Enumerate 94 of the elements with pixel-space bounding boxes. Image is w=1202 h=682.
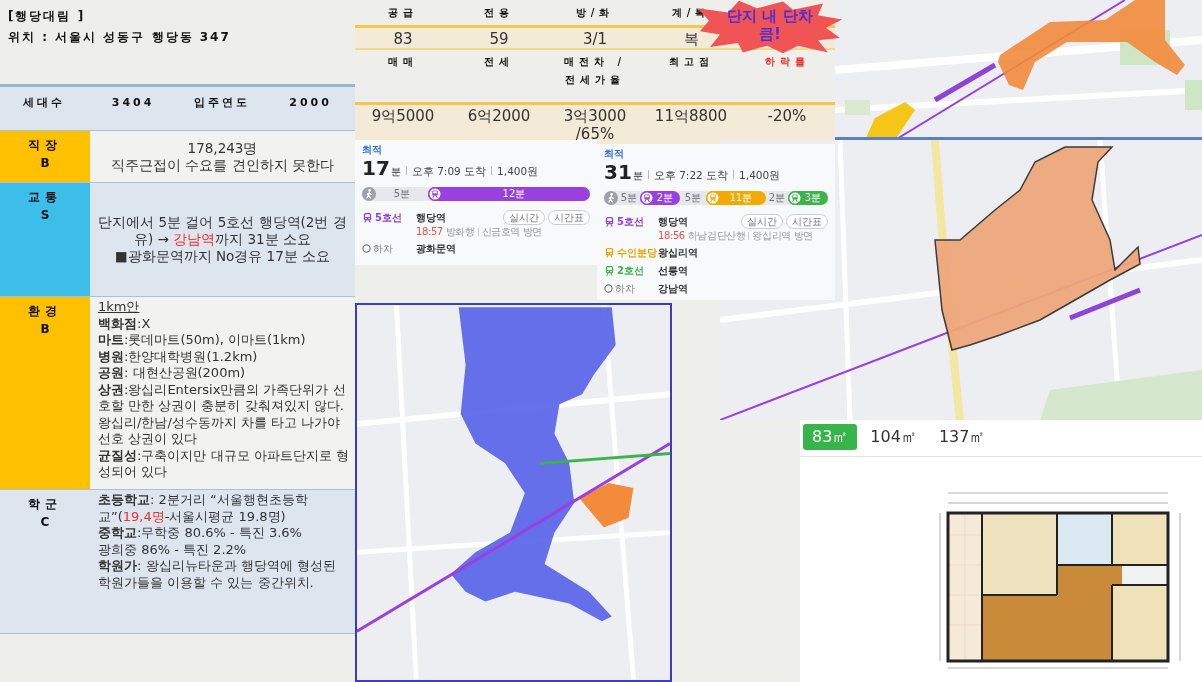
info-text: 직주근접이 수요를 견인하지 못한다 — [111, 156, 334, 174]
direction-text: 방화행 — [445, 225, 475, 238]
info-text: 백화점:X — [98, 315, 151, 332]
option-button[interactable]: 실시간 — [503, 210, 545, 225]
travel-minutes: 31 — [604, 161, 632, 183]
station-name: 강남역 — [658, 282, 688, 296]
table-value: 11억8800 — [654, 106, 728, 127]
info-text: 상권:왕십리Entersix만큼의 가족단위가 선호할 만한 상권이 충분히 갖춰져있지 않다. 왕십리/한남/성수동까지 차를 타고 나가야 선호 상권이 있다 — [98, 381, 347, 448]
departure-time: 18:56 — [658, 229, 685, 242]
table-value: 6억2000 — [467, 106, 531, 127]
grade-text: S — [40, 208, 50, 223]
segment-duration: 11분 — [729, 191, 753, 205]
fare-text: 1,400원 — [497, 164, 539, 179]
column-header: 공급 — [388, 5, 418, 20]
move-in-year: 2000 — [289, 95, 332, 111]
table-value: 59 — [489, 29, 509, 48]
segment-duration: 12분 — [502, 187, 526, 201]
grade-text: C — [40, 515, 50, 530]
column-header: 방/화 — [575, 5, 615, 20]
category-label: 학군 — [28, 497, 62, 512]
page-title: [행당대림 ] — [8, 8, 86, 25]
segment-duration: 5분 — [620, 191, 638, 205]
column-header: 매전차 / 전세가율 — [562, 55, 628, 87]
line-name: 2호선 — [617, 264, 644, 278]
walking-person-icon — [604, 191, 618, 205]
station-name: 행당역 — [658, 215, 688, 229]
station-name: 왕십리역 — [658, 246, 698, 260]
table-value: 복 — [683, 29, 699, 48]
address-text: 위치 : 서울시 성동구 행당동 347 — [8, 29, 231, 46]
column-header: 하락률 — [764, 55, 810, 69]
travel-minutes: 17 — [362, 157, 390, 179]
line-name: 5호선 — [617, 215, 644, 229]
circle-icon — [362, 244, 371, 253]
callout-text: 단지 내 단차 큼! — [726, 7, 814, 43]
info-text: 공원: 대현산공원(200m) — [98, 365, 246, 382]
segment-duration: 5분 — [684, 191, 701, 205]
grade-text: B — [40, 156, 50, 171]
departure-time: 18:57 — [416, 225, 443, 238]
area-tab[interactable]: 83㎡ — [803, 424, 858, 450]
area-tab[interactable]: 104㎡ — [861, 424, 926, 450]
line-name: 5호선 — [375, 211, 402, 225]
station-name: 행당역 — [416, 211, 446, 225]
section-heading: 1km안 — [98, 299, 140, 316]
walking-person-icon — [362, 187, 376, 201]
segment-duration: 2분 — [656, 191, 674, 205]
category-label: 환경 — [28, 304, 62, 319]
info-text: 178,243명 — [187, 139, 258, 157]
table-value: 3/1 — [582, 29, 608, 48]
station-name: 광화문역 — [416, 242, 456, 256]
route-type-label: 최적 — [604, 147, 625, 161]
minutes-unit: 분 — [390, 165, 401, 179]
info-text: 병원:한양대학병원(1.2km) — [98, 348, 258, 365]
table-value: 3억3000 /65% — [562, 106, 628, 145]
fare-text: 1,400원 — [739, 168, 781, 183]
column-header: 전용 — [484, 5, 514, 20]
alight-label: 하차 — [373, 242, 393, 256]
info-text: 학원가: 왕십리뉴타운과 행당역에 형성된 학원가들을 이용할 수 있는 중간위치. — [98, 558, 337, 591]
segment-duration: 5분 — [393, 187, 411, 201]
table-value: 9억5000 — [371, 106, 435, 127]
info-text: 중학교:무학중 80.6% - 특진 3.6% — [98, 525, 302, 542]
category-label: 교통 — [28, 190, 62, 205]
move-in-year-label: 입주연도 — [193, 95, 250, 111]
minutes-unit: 분 — [632, 169, 643, 183]
option-button[interactable]: 시간표 — [548, 210, 590, 225]
column-header: 전세 — [484, 55, 514, 69]
area-tab[interactable]: 137㎡ — [929, 424, 995, 450]
info-text: 단지에서 5분 걸어 5호선 행당역(2번 경유) → 강남역 까지 31분 소요 — [97, 214, 348, 248]
table-value: 83 — [393, 29, 413, 48]
circle-icon — [604, 284, 613, 293]
arrival-time: 오후 7:09 도착 — [411, 164, 487, 179]
info-text: 광희중 86% - 특진 2.2% — [98, 541, 247, 558]
segment-duration: 3분 — [804, 191, 822, 205]
route-type-label: 최적 — [362, 143, 383, 157]
line-name: 수인분당 — [617, 246, 657, 260]
toward-text: 신금호역 방면 — [481, 225, 543, 238]
info-text: 균질성:구축이지만 대규모 아파트단지로 형성되어 있다 — [98, 447, 350, 481]
alight-label: 하차 — [615, 282, 635, 296]
info-text: 초등학교: 2분거리 “서울행현초등학교”(19,4명-서울시평균 19.8명) — [98, 492, 309, 525]
table-value: -20% — [767, 106, 807, 127]
option-button[interactable]: 시간표 — [786, 214, 828, 229]
info-text: ■광화문역까지 No경유 17분 소요 — [114, 248, 331, 265]
direction-text: 하남검단산행 — [687, 229, 746, 242]
station-name: 선릉역 — [658, 264, 688, 278]
column-header: 최고점 — [668, 55, 714, 69]
grade-text: B — [40, 322, 50, 337]
segment-duration: 2분 — [768, 191, 786, 205]
toward-text: 왕십리역 방면 — [752, 229, 813, 242]
category-label: 직장 — [28, 138, 62, 153]
household-count-label: 세대수 — [23, 95, 66, 111]
household-count: 3404 — [111, 95, 155, 111]
arrival-time: 오후 7:22 도착 — [653, 168, 729, 183]
column-header: 매매 — [388, 55, 418, 69]
option-button[interactable]: 실시간 — [741, 214, 783, 229]
info-text: 마트:롯데마트(50m), 이마트(1km) — [98, 332, 306, 349]
